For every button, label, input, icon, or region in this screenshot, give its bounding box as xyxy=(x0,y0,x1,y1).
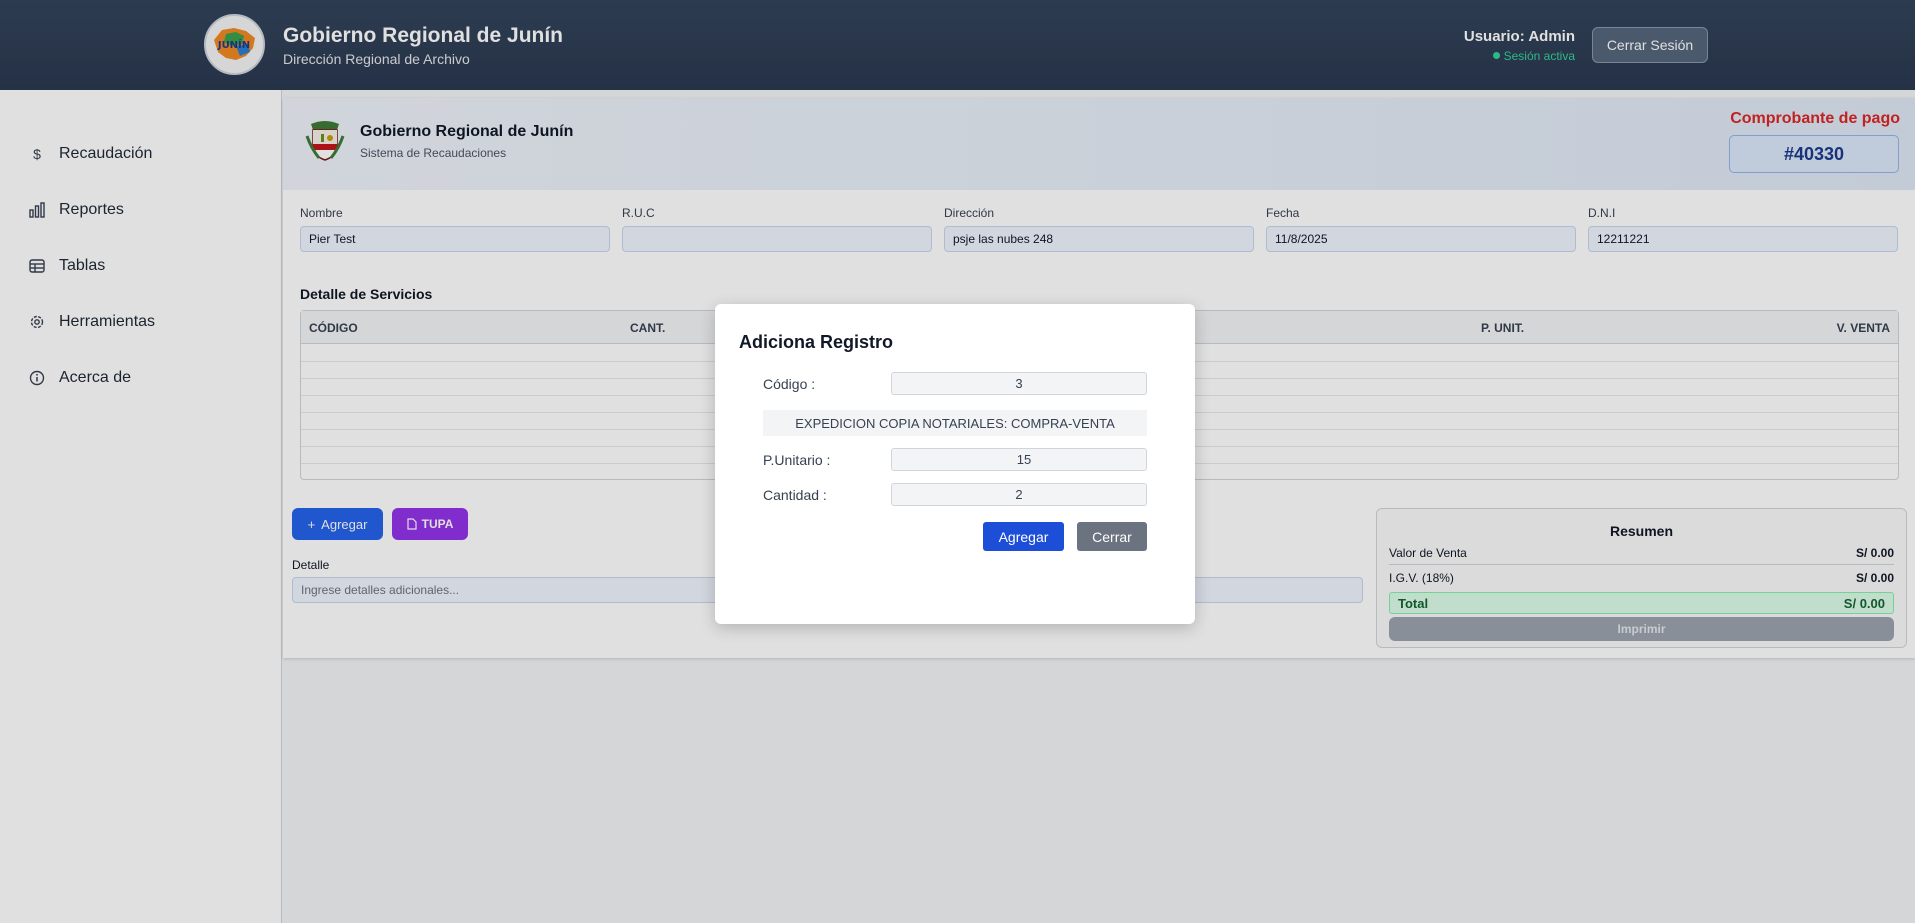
quantity-label: Cantidad : xyxy=(763,487,827,503)
dialog-add-button[interactable]: Agregar xyxy=(983,522,1064,551)
unit-price-field[interactable]: 15 xyxy=(891,448,1147,471)
service-description: EXPEDICION COPIA NOTARIALES: COMPRA-VENT… xyxy=(763,410,1147,436)
unit-price-label: P.Unitario : xyxy=(763,452,831,468)
code-field[interactable]: 3 xyxy=(891,372,1147,395)
add-record-dialog: Adiciona Registro Código : 3 EXPEDICION … xyxy=(715,304,1195,624)
code-label: Código : xyxy=(763,376,816,392)
dialog-title: Adiciona Registro xyxy=(739,332,894,352)
dialog-close-button[interactable]: Cerrar xyxy=(1077,522,1147,551)
quantity-field[interactable]: 2 xyxy=(891,483,1147,506)
